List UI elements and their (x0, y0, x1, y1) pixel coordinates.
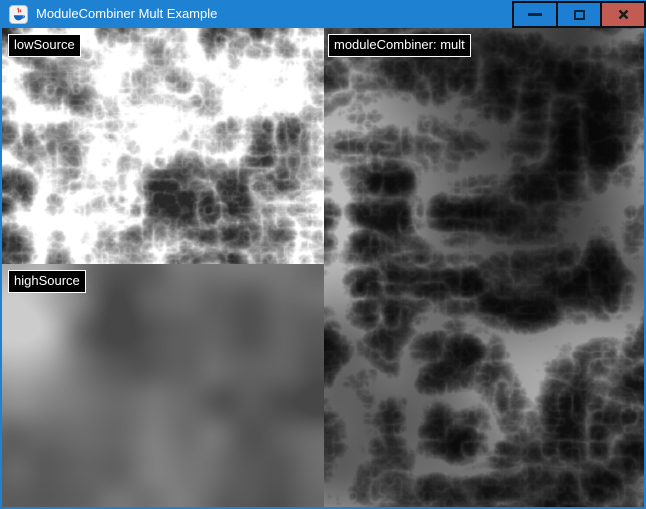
close-icon (617, 8, 630, 21)
low-source-noise-image (2, 28, 324, 264)
close-button[interactable] (600, 1, 646, 28)
window-title: ModuleCombiner Mult Example (36, 0, 512, 28)
minimize-icon (528, 13, 542, 16)
high-source-noise-image (2, 264, 324, 507)
content-area: lowSource highSource moduleCombiner: mul… (2, 28, 644, 507)
window-controls (512, 0, 646, 28)
panel-module-combiner-mult: moduleCombiner: mult (324, 28, 644, 507)
module-combiner-mult-label: moduleCombiner: mult (328, 34, 471, 57)
app-window: ModuleCombiner Mult Example lowSource hi… (0, 0, 646, 509)
module-combiner-mult-noise-image (324, 28, 644, 507)
low-source-label: lowSource (8, 34, 81, 57)
maximize-button[interactable] (556, 1, 602, 28)
title-bar[interactable]: ModuleCombiner Mult Example (0, 0, 646, 28)
minimize-button[interactable] (512, 1, 558, 28)
high-source-label: highSource (8, 270, 86, 293)
maximize-icon (574, 10, 585, 20)
panel-high-source: highSource (2, 264, 324, 507)
panel-low-source: lowSource (2, 28, 324, 264)
java-app-icon[interactable] (9, 5, 28, 24)
